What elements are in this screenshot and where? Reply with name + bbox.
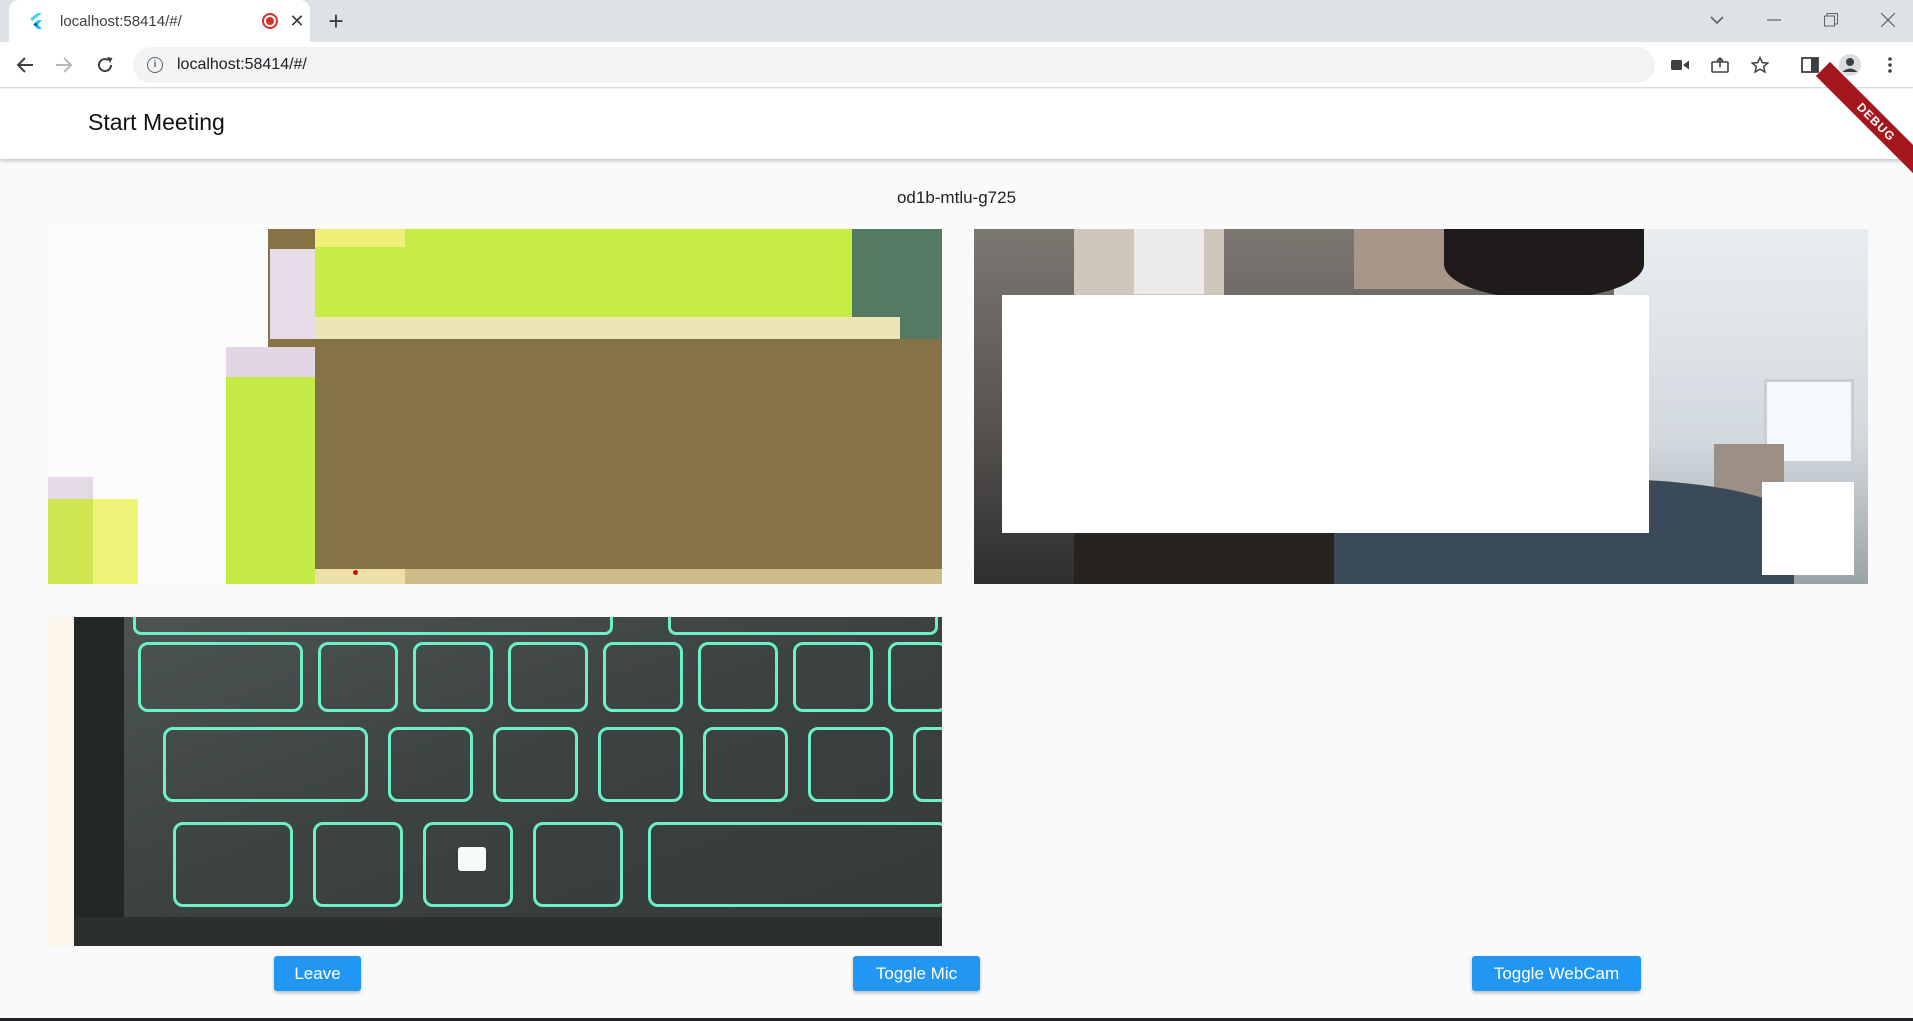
participant-video-webcam (974, 229, 1868, 584)
browser-tab[interactable]: localhost:58414/#/ ✕ (9, 0, 310, 42)
new-tab-button[interactable]: + (322, 8, 350, 36)
app-bar: Start Meeting (0, 89, 1913, 159)
participant-video-screen-share (48, 229, 942, 584)
bookmark-star-icon[interactable] (1746, 51, 1774, 79)
site-info-icon[interactable]: i (147, 57, 163, 73)
tab-close-icon[interactable]: ✕ (287, 11, 307, 31)
browser-toolbar: i localhost:58414/#/ (0, 42, 1913, 88)
minimize-icon[interactable] (1752, 0, 1796, 40)
reload-icon[interactable] (91, 51, 119, 79)
browser-tab-strip: localhost:58414/#/ ✕ + (0, 0, 1913, 42)
window-close-icon[interactable] (1866, 0, 1910, 40)
camera-in-use-icon[interactable] (1666, 51, 1694, 79)
toggle-mic-button[interactable]: Toggle Mic (853, 956, 980, 991)
tab-search-icon[interactable] (1695, 0, 1739, 40)
restore-icon[interactable] (1809, 0, 1853, 40)
back-icon[interactable] (11, 51, 39, 79)
participant-video-keyboard (48, 617, 942, 946)
url-text: localhost:58414/#/ (177, 56, 307, 73)
meeting-id: od1b-mtlu-g725 (896, 188, 1017, 207)
leave-button[interactable]: Leave (274, 956, 361, 991)
recording-icon (262, 13, 278, 29)
browser-menu-icon[interactable] (1876, 51, 1904, 79)
share-icon[interactable] (1706, 51, 1734, 79)
address-bar[interactable]: i localhost:58414/#/ (133, 47, 1655, 83)
forward-icon[interactable] (50, 51, 78, 79)
tab-title: localhost:58414/#/ (60, 12, 182, 30)
toggle-webcam-button[interactable]: Toggle WebCam (1472, 956, 1641, 991)
page-title: Start Meeting (88, 109, 225, 135)
flutter-favicon-icon (26, 11, 46, 31)
